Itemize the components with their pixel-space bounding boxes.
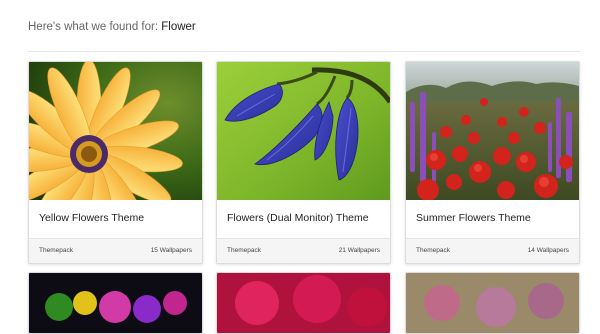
result-card-summer-flowers[interactable]: Summer Flowers Theme Themepack 14 Wallpa… (405, 61, 580, 264)
result-wallpaper-count: 15 Wallpapers (150, 247, 192, 254)
result-thumbnail[interactable] (29, 62, 202, 200)
result-wallpaper-count: 21 Wallpapers (338, 247, 380, 254)
result-thumbnail[interactable] (406, 62, 579, 200)
result-title[interactable]: Summer Flowers Theme (416, 212, 531, 224)
result-thumbnail[interactable] (406, 273, 579, 333)
result-thumbnail[interactable] (217, 62, 390, 200)
result-card-row2-1[interactable] (28, 272, 203, 334)
result-card-flowers-dual-monitor[interactable]: Flowers (Dual Monitor) Theme Themepack 2… (216, 61, 391, 264)
result-thumbnail[interactable] (29, 273, 202, 333)
result-footer: Themepack 14 Wallpapers (406, 238, 579, 263)
result-type: Themepack (39, 247, 73, 254)
result-type: Themepack (227, 247, 261, 254)
result-card-row2-2[interactable] (216, 272, 391, 334)
result-footer: Themepack 15 Wallpapers (29, 238, 202, 263)
result-thumbnail[interactable] (217, 273, 390, 333)
result-title[interactable]: Yellow Flowers Theme (39, 212, 144, 224)
result-type: Themepack (416, 247, 450, 254)
result-footer: Themepack 21 Wallpapers (217, 238, 390, 263)
result-card-yellow-flowers[interactable]: Yellow Flowers Theme Themepack 15 Wallpa… (28, 61, 203, 264)
result-title[interactable]: Flowers (Dual Monitor) Theme (227, 212, 369, 224)
results-grid: Yellow Flowers Theme Themepack 15 Wallpa… (0, 0, 600, 334)
result-card-row2-3[interactable] (405, 272, 580, 334)
result-wallpaper-count: 14 Wallpapers (527, 247, 569, 254)
